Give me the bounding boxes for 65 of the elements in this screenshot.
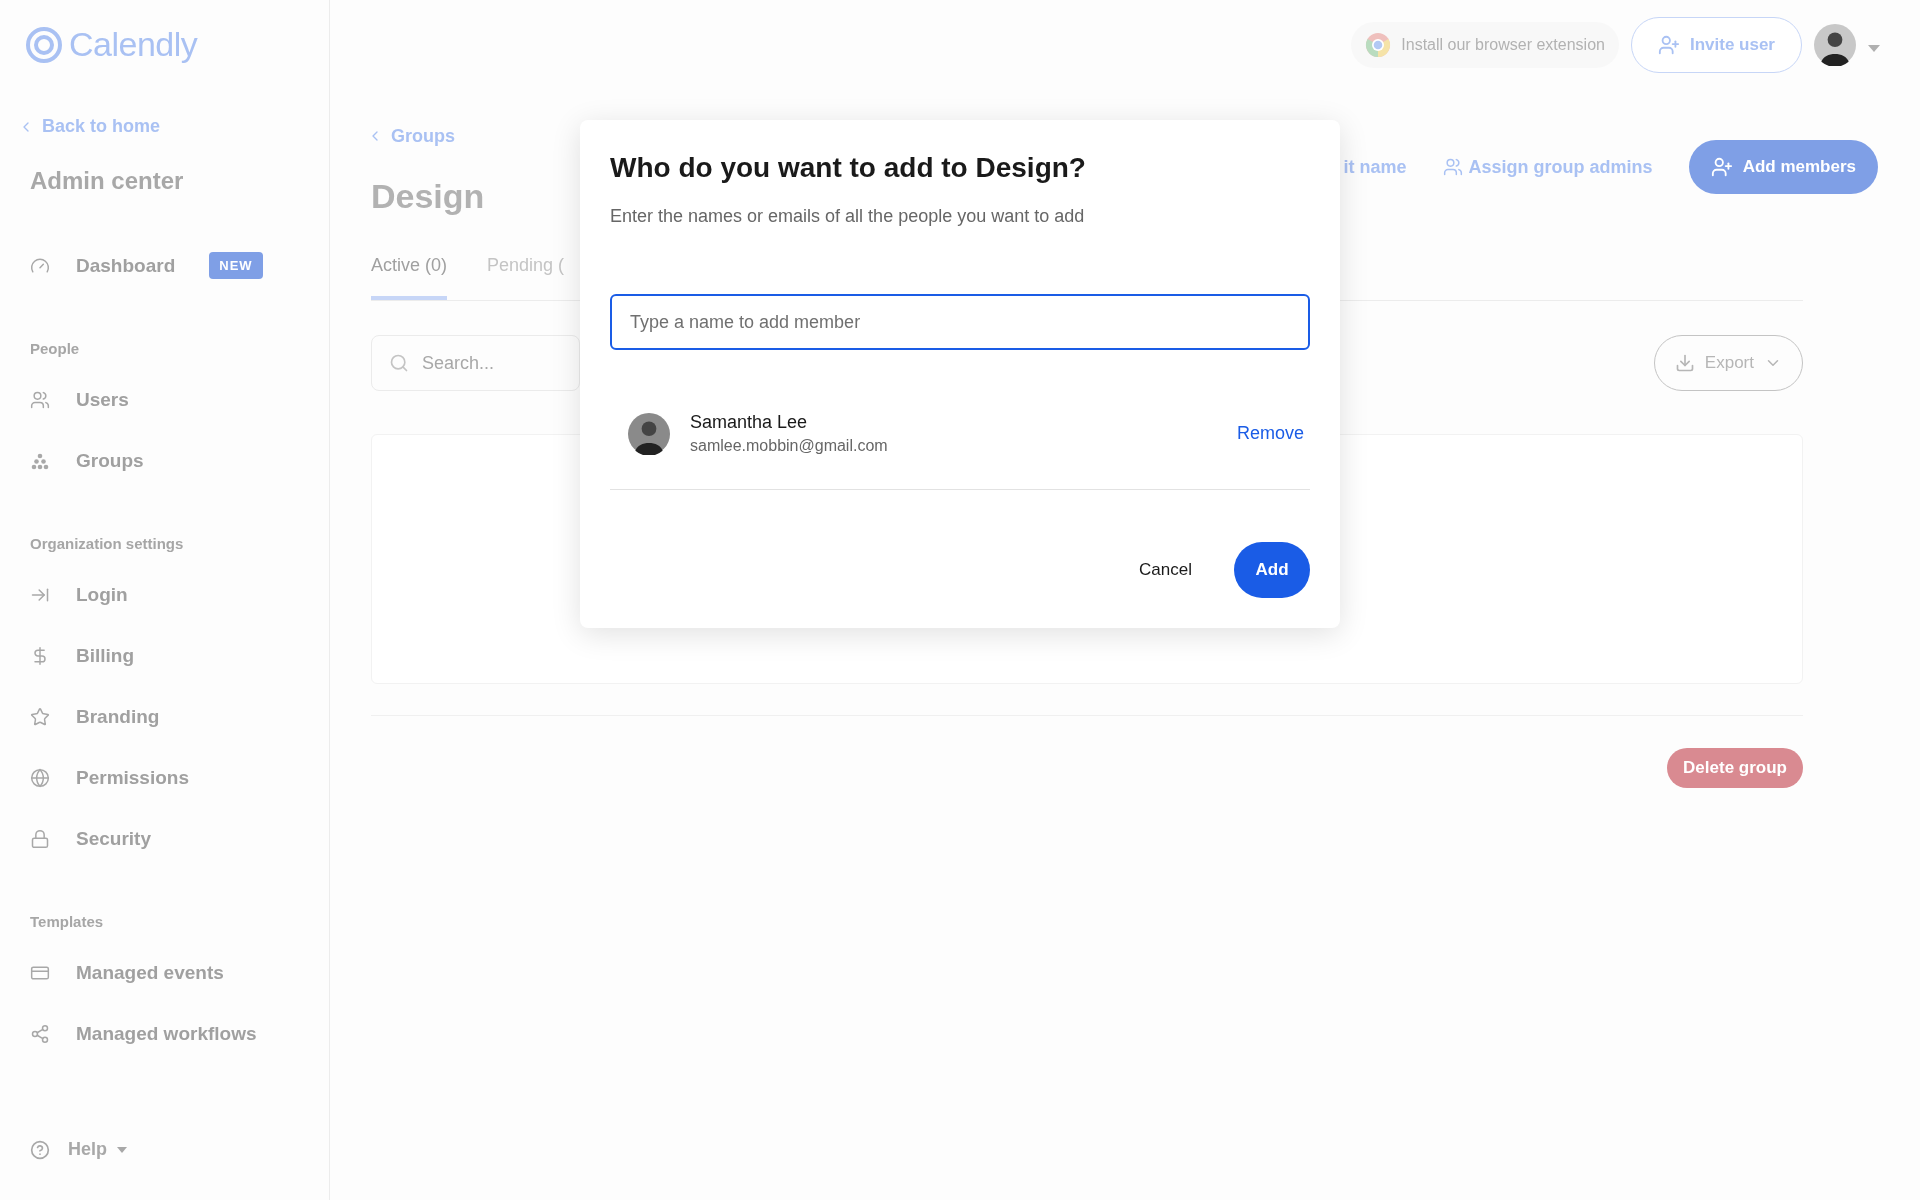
dots-icon: [31, 451, 49, 470]
new-badge: NEW: [209, 252, 263, 279]
member-email: samlee.mobbin@gmail.com: [690, 437, 889, 455]
item-label: Managed workflows: [76, 1022, 257, 1045]
caret-icon: [117, 1146, 127, 1153]
star-icon: [30, 706, 50, 727]
invite-user-button[interactable]: Invite user: [1630, 17, 1802, 73]
item-label: Dashboard: [76, 254, 176, 277]
sidebar-item[interactable]: Users: [30, 369, 329, 430]
action-link[interactable]: Assign group admins: [1442, 156, 1653, 178]
input-field[interactable]: Type a name to add member: [610, 294, 1310, 350]
add-button[interactable]: Add: [1234, 542, 1310, 598]
dialog-title: Who do you want to add to Design?: [610, 151, 1087, 185]
sidebar-title: Admin center: [30, 167, 185, 195]
item-label: Permissions: [76, 766, 189, 789]
action-link[interactable]: it name: [1343, 156, 1407, 178]
globe-icon: [30, 767, 50, 788]
sidebar-item[interactable]: Managed workflows: [30, 1003, 329, 1064]
item-label: Login: [76, 583, 128, 606]
page-title: Design: [371, 176, 485, 216]
sidebar-item[interactable]: Permissions: [30, 747, 329, 808]
extension-link[interactable]: Install our browser extension: [1351, 22, 1619, 68]
sidebar-item[interactable]: Security: [30, 808, 329, 869]
user-plus-icon: [1710, 156, 1733, 178]
sidebar-item[interactable]: Billing: [30, 625, 329, 686]
logo-icon: [25, 25, 63, 64]
help-icon: [30, 1139, 50, 1160]
help-menu[interactable]: Help: [30, 1139, 329, 1160]
logo-text: Calendly: [69, 25, 198, 64]
cancel-button[interactable]: Cancel: [1139, 552, 1192, 588]
item-label: Billing: [76, 644, 135, 667]
section-heading: People: [30, 340, 81, 357]
breadcrumb-link[interactable]: Groups: [367, 126, 485, 146]
search-icon: [389, 353, 409, 373]
delete-group-button[interactable]: Delete group: [1667, 748, 1803, 788]
sidebar-item[interactable]: Login: [30, 564, 329, 625]
item-label: Groups: [76, 449, 144, 472]
lock-icon: [30, 828, 50, 849]
item-label: Managed events: [76, 961, 224, 984]
sidebar-item[interactable]: Managed events: [30, 942, 329, 1003]
dialog-subtitle: Enter the names or emails of all the people you want to add: [610, 205, 1086, 228]
avatar: [1814, 24, 1856, 66]
item-label: Security: [76, 827, 151, 850]
sidebar-item[interactable]: Groups: [30, 430, 329, 491]
tab[interactable]: Pending (: [487, 245, 565, 300]
remove-link[interactable]: Remove: [1236, 423, 1304, 444]
users-icon: [1442, 157, 1463, 177]
item-label: Users: [76, 388, 129, 411]
add-members-button[interactable]: Add members: [1688, 140, 1878, 194]
users-icon: [30, 389, 50, 410]
avatar: [628, 412, 670, 455]
share-icon: [30, 1023, 50, 1044]
search-field[interactable]: Search...: [371, 335, 580, 391]
section-heading: Organization settings: [30, 535, 185, 552]
sidebar-item[interactable]: Dashboard NEW: [30, 235, 329, 296]
browser-icon: [1365, 32, 1392, 58]
user-plus-icon: [1657, 34, 1680, 56]
back-link[interactable]: Back to home: [18, 116, 329, 137]
tab[interactable]: Active (0): [371, 245, 448, 300]
member-name: Samantha Lee: [690, 412, 809, 433]
item-label: Branding: [76, 705, 160, 728]
section-heading: Templates: [30, 913, 105, 930]
caret-icon[interactable]: [1868, 44, 1880, 52]
sidebar-item[interactable]: Branding: [30, 686, 329, 747]
download-icon: [1674, 353, 1695, 373]
